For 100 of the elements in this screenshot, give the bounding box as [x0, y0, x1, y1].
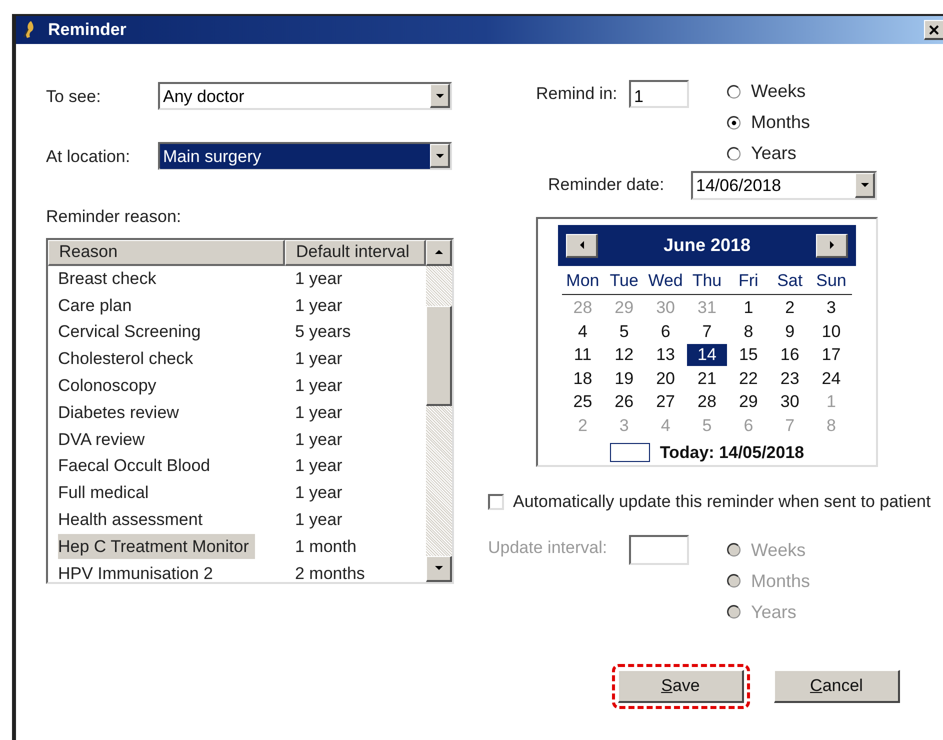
location-dropdown[interactable]: Main surgery — [158, 142, 452, 170]
calendar-day[interactable]: 18 — [562, 368, 603, 390]
list-item[interactable]: Diabetes review — [58, 400, 185, 426]
caret-icon — [828, 241, 836, 249]
calendar-day[interactable]: 21 — [686, 368, 727, 390]
calendar-day[interactable]: 8 — [728, 320, 768, 343]
field-label: At location: — [46, 146, 132, 168]
calendar-day[interactable]: 26 — [604, 391, 644, 414]
calendar-day[interactable]: 9 — [770, 320, 810, 343]
table-cell: 1 year — [295, 483, 342, 502]
list-item[interactable]: Hep C Treatment Monitor — [58, 534, 255, 560]
month-label: June 2018 — [663, 234, 751, 257]
previous-month-button[interactable] — [566, 234, 598, 258]
calendar-day[interactable]: 2 — [770, 297, 810, 320]
calendar-day[interactable]: 16 — [770, 344, 810, 366]
table-cell: 1 year — [295, 268, 342, 288]
calendar[interactable]: June 2018 Mon Tue Wed Thu Fri Sat Sun 28 29 30 31 1 2 3 4 5 6 7 8 9 10 11 12 13 14 15 16 17 18 19 20 21 22 23 24 25 26 27 28 29 30 1 2 3 4 5 6 7 8 Today: 14/05/2018 — [536, 217, 878, 467]
radio-label[interactable]: Months — [751, 109, 810, 136]
calendar-day[interactable]: 24 — [811, 368, 852, 390]
calendar-day[interactable]: 25 — [562, 391, 603, 414]
caret-icon — [860, 181, 868, 189]
scroll-down-button[interactable] — [426, 556, 452, 582]
calendar-day[interactable]: 1 — [728, 297, 768, 320]
table-cell: 1 year — [295, 296, 342, 315]
number-field — [629, 534, 689, 564]
table-cell: 1 year — [295, 430, 342, 449]
list-item[interactable]: Breast check — [58, 266, 162, 292]
calendar-day[interactable]: 11 — [562, 344, 603, 366]
weekday-label: Mon — [566, 270, 600, 292]
list-item[interactable]: Colonoscopy — [58, 373, 162, 399]
window-title: Reminder — [48, 19, 126, 42]
caret-icon — [436, 152, 444, 160]
list-item[interactable]: Health assessment — [58, 507, 209, 533]
scrollbar-thumb[interactable] — [426, 306, 452, 406]
field-label: Remind in: — [536, 83, 618, 105]
button[interactable]: Cancel — [774, 670, 900, 702]
next-month-button[interactable] — [816, 234, 848, 258]
calendar-day[interactable]: 13 — [646, 344, 686, 366]
radio-button[interactable] — [727, 84, 741, 98]
table-cell: 1 year — [295, 402, 342, 422]
list-item[interactable]: HPV Immunisation 2 — [58, 560, 219, 582]
calendar-day[interactable]: 15 — [728, 344, 768, 366]
table-cell: 1 month — [295, 536, 356, 556]
radio-label: Months — [751, 570, 810, 592]
calendar-day[interactable]: 12 — [604, 344, 644, 366]
caret-icon — [436, 92, 444, 100]
button[interactable]: Save — [618, 670, 744, 702]
column-header[interactable]: Reason — [48, 240, 285, 266]
field-label: Reminder reason: — [46, 206, 182, 228]
weekday-label: Sun — [816, 270, 846, 292]
calendar-day[interactable]: 3 — [811, 297, 852, 320]
checkbox-label[interactable]: Automatically update this reminder when sent to patient — [513, 489, 931, 514]
calendar-day[interactable]: 27 — [646, 391, 686, 414]
radio-label: Years — [751, 600, 796, 624]
weekday-label: Tue — [610, 270, 638, 292]
list-item[interactable]: Full medical — [58, 480, 155, 506]
calendar-day[interactable]: 14 — [686, 344, 727, 366]
calendar-day[interactable]: 28 — [686, 391, 727, 414]
table-cell: 1 year — [295, 456, 342, 476]
field-value: Any doctor — [162, 86, 246, 108]
checkbox[interactable] — [488, 494, 504, 510]
calendar-day[interactable]: 23 — [770, 368, 810, 390]
radio-label[interactable]: Years — [751, 140, 796, 167]
calendar-day[interactable]: 6 — [646, 320, 686, 343]
calendar-day[interactable]: 10 — [811, 320, 852, 343]
calendar-day[interactable]: 22 — [728, 368, 768, 390]
doctor-dropdown[interactable]: Any doctor — [158, 82, 452, 110]
number-field[interactable]: 1 — [629, 80, 689, 108]
list-item[interactable]: Care plan — [58, 292, 138, 318]
radio-button[interactable] — [727, 116, 741, 130]
calendar-day[interactable]: 30 — [770, 391, 810, 414]
close-button[interactable] — [924, 20, 943, 40]
radio-label[interactable]: Weeks — [751, 78, 806, 105]
field-value: Main surgery — [160, 144, 430, 168]
reason-list[interactable] — [46, 238, 454, 584]
list-item[interactable]: DVA review — [58, 426, 151, 452]
radio-label: Weeks — [751, 538, 806, 562]
today-marker — [610, 442, 650, 462]
date-dropdown[interactable]: 14/06/2018 — [691, 171, 877, 200]
dropdown-button[interactable] — [855, 173, 875, 198]
scroll-up-button[interactable] — [426, 240, 452, 266]
calendar-day[interactable]: 4 — [562, 320, 603, 343]
calendar-day[interactable]: 7 — [686, 320, 727, 343]
calendar-day[interactable]: 17 — [811, 344, 852, 366]
list-item[interactable]: Cholesterol check — [58, 346, 200, 372]
calendar-day[interactable]: 5 — [604, 320, 644, 343]
list-item[interactable]: Cervical Screening — [58, 319, 207, 345]
weekday-label: Thu — [692, 270, 722, 292]
caret-icon — [434, 248, 442, 256]
column-header[interactable]: Default interval — [285, 240, 426, 266]
calendar-day[interactable]: 19 — [604, 368, 644, 390]
dropdown-button[interactable] — [430, 84, 450, 108]
calendar-day[interactable]: 29 — [728, 391, 768, 414]
radio-button[interactable] — [727, 146, 741, 160]
scrollbar[interactable] — [426, 240, 452, 582]
table-cell: 2 months — [295, 564, 365, 582]
dropdown-button[interactable] — [430, 144, 450, 168]
calendar-day[interactable]: 20 — [646, 368, 686, 390]
list-item[interactable]: Faecal Occult Blood — [58, 453, 216, 479]
today-label[interactable]: Today: 14/05/2018 — [660, 440, 804, 465]
